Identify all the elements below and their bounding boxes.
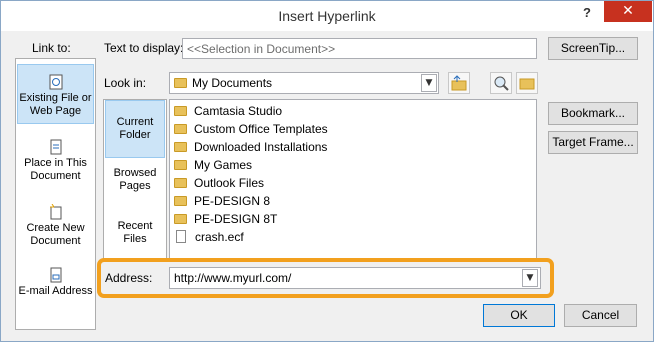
list-item[interactable]: My Games	[174, 156, 252, 174]
list-item[interactable]: crash.ecf	[174, 228, 244, 246]
list-item[interactable]: Camtasia Studio	[174, 102, 282, 120]
file-name: Custom Office Templates	[194, 122, 328, 136]
link-to-bar: Existing File or Web Page Place in This …	[15, 58, 96, 330]
link-to-label-email: E-mail Address	[18, 285, 93, 297]
title-bar: Insert Hyperlink ? ✕	[1, 1, 653, 31]
list-item[interactable]: PE-DESIGN 8T	[174, 210, 277, 228]
look-in-label: Look in:	[104, 76, 147, 90]
browse-web-icon	[494, 76, 509, 91]
look-in-dropdown[interactable]: My Documents	[169, 72, 439, 94]
document-place-icon	[50, 139, 61, 155]
folder-icon	[174, 160, 187, 170]
file-name: PE-DESIGN 8	[194, 194, 271, 208]
browse-web-button[interactable]	[490, 72, 512, 94]
link-to-label: Link to:	[32, 41, 71, 55]
file-name: Outlook Files	[194, 176, 265, 190]
email-icon	[50, 267, 61, 283]
up-folder-icon	[451, 75, 467, 91]
file-name: crash.ecf	[195, 230, 244, 244]
target-frame-button[interactable]: Target Frame...	[548, 131, 638, 154]
link-to-label-existing: Existing File or Web Page	[19, 92, 92, 117]
file-name: My Games	[194, 158, 253, 172]
list-item[interactable]: PE-DESIGN 8	[174, 192, 270, 210]
list-item[interactable]: Downloaded Installations	[174, 138, 327, 156]
look-in-value: My Documents	[192, 76, 273, 90]
close-button[interactable]: ✕	[604, 1, 652, 22]
link-to-label-create: Create New Document	[26, 222, 85, 247]
folder-icon	[174, 178, 187, 188]
file-name: Downloaded Installations	[194, 140, 328, 154]
file-list[interactable]: Camtasia Studio Custom Office Templates …	[169, 99, 537, 259]
up-folder-button[interactable]	[448, 72, 470, 94]
ok-button[interactable]: OK	[483, 304, 555, 327]
help-icon[interactable]: ?	[577, 5, 597, 25]
dialog-title: Insert Hyperlink	[278, 8, 376, 24]
link-to-email-address[interactable]: E-mail Address	[17, 265, 94, 298]
folder-icon	[174, 214, 187, 224]
link-to-existing-file[interactable]: Existing File or Web Page	[17, 64, 94, 124]
browsed-pages-tab[interactable]: Browsed Pages	[105, 167, 165, 193]
open-folder-icon	[519, 78, 535, 90]
folder-icon	[174, 78, 187, 88]
folder-icon	[174, 124, 187, 134]
current-folder-tab[interactable]: Current Folder	[105, 100, 165, 158]
list-item[interactable]: Custom Office Templates	[174, 120, 328, 138]
new-document-icon	[49, 204, 61, 220]
file-icon	[176, 230, 186, 243]
text-to-display-label: Text to display:	[104, 41, 184, 55]
look-in-bar: Current Folder Browsed Pages Recent File…	[103, 99, 167, 260]
folder-icon	[174, 142, 187, 152]
insert-hyperlink-dialog: Insert Hyperlink ? ✕ Link to: Text to di…	[0, 0, 654, 342]
globe-file-icon	[49, 74, 62, 90]
link-to-place-in-document[interactable]: Place in This Document	[17, 137, 94, 183]
cancel-button[interactable]: Cancel	[564, 304, 637, 327]
text-to-display-field[interactable]: <<Selection in Document>>	[182, 38, 537, 59]
link-to-create-new-document[interactable]: Create New Document	[17, 202, 94, 248]
folder-icon	[174, 106, 187, 116]
address-highlight	[97, 258, 554, 298]
file-name: Camtasia Studio	[194, 104, 283, 118]
browse-file-button[interactable]	[516, 72, 538, 94]
list-item[interactable]: Outlook Files	[174, 174, 264, 192]
link-to-label-place: Place in This Document	[24, 157, 87, 182]
bookmark-button[interactable]: Bookmark...	[548, 102, 638, 125]
folder-icon	[174, 196, 187, 206]
screentip-button[interactable]: ScreenTip...	[548, 37, 638, 60]
file-name: PE-DESIGN 8T	[194, 212, 278, 226]
recent-files-tab[interactable]: Recent Files	[105, 220, 165, 246]
chevron-down-icon[interactable]: ▼	[421, 74, 437, 92]
